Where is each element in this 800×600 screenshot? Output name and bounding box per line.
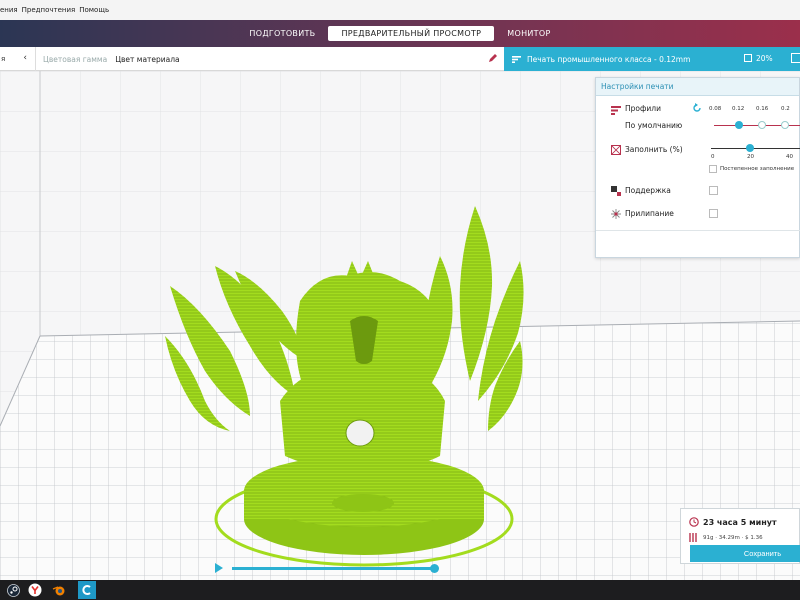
print-setup-selector[interactable]: Печать промышленного класса - 0.12mm 20% [504,47,800,71]
print-settings-panel: Настройки печати Профили По умолчанию 0.… [595,77,800,258]
gradual-infill-checkbox[interactable] [709,165,717,173]
cura-icon[interactable] [78,581,96,599]
infill-percent: 20% [756,54,773,63]
settings-divider [596,230,800,231]
material-label: я [1,55,6,63]
profiles-label: Профили [625,104,661,113]
chevron-left-icon[interactable]: ‹ [23,53,27,63]
layer-height-stop[interactable] [781,121,789,129]
cura-window: ения Предпочтения Помощь ПОДГОТОВИТЬ ПРЕ… [0,0,800,600]
yandex-browser-icon[interactable] [27,582,43,598]
profile-icon [611,106,621,115]
sub-header: я ‹ Цветовая гамма Цвет материала Печать… [0,47,800,71]
color-scheme-value: Цвет материала [115,54,180,64]
print-profile-text: Печать промышленного класса - 0.12mm [527,54,691,64]
tab-preview[interactable]: ПРЕДВАРИТЕЛЬНЫЙ ПРОСМОТР [328,26,495,41]
infill-icon [744,54,752,62]
play-icon[interactable] [215,563,223,573]
print-material-cost: 91g · 34.29m · $ 1.36 [703,535,763,541]
menu-bar: ения Предпочтения Помощь [0,0,800,20]
infill-knob[interactable] [746,144,754,152]
infill-tick: 40 [786,154,793,160]
layer-height-tick: 0.2 [781,106,790,112]
support-icon [791,53,800,63]
infill-track[interactable] [711,148,800,149]
layer-height-stop[interactable] [758,121,766,129]
pencil-icon[interactable] [488,53,498,63]
layer-height-knob[interactable] [735,121,743,129]
infill-label: Заполнить (%) [625,145,683,154]
color-scheme-selector[interactable]: Цветовая гамма Цвет материала [36,47,504,71]
adhesion-icon [611,209,621,219]
menu-item-preferences[interactable]: Предпочтения [22,6,76,14]
stage-header: ПОДГОТОВИТЬ ПРЕДВАРИТЕЛЬНЫЙ ПРОСМОТР МОН… [0,20,800,47]
color-scheme-label: Цветовая гамма [43,54,108,64]
reset-icon[interactable] [692,103,702,113]
tab-monitor[interactable]: МОНИТОР [494,26,563,41]
layer-height-tick: 0.16 [756,106,769,112]
print-settings-title: Настройки печати [596,78,799,96]
infill-tick: 0 [711,154,715,160]
print-time: 23 часа 5 минут [703,518,777,527]
filament-icon [689,533,697,542]
clock-icon [689,517,699,527]
support-checkbox[interactable] [709,186,718,195]
profile-default-label: По умолчанию [625,121,683,130]
support-label: Поддержка [625,186,671,195]
adhesion-label: Прилипание [625,209,674,218]
material-selector[interactable]: я ‹ [0,47,36,71]
blender-icon[interactable] [51,582,67,598]
layer-slider-knob[interactable] [430,564,439,573]
gradual-infill-label: Постепенное заполнение [720,166,795,172]
menu-item-help[interactable]: Помощь [79,6,109,14]
infill-tick: 20 [747,154,754,160]
tab-prepare[interactable]: ПОДГОТОВИТЬ [236,26,328,41]
adhesion-checkbox[interactable] [709,209,718,218]
layer-height-tick: 0.08 [709,106,722,112]
layer-height-tick: 0.12 [732,106,745,112]
taskbar [0,580,800,600]
save-button[interactable]: Сохранить [690,545,800,562]
support-icon [611,186,621,196]
print-estimate-panel: 23 часа 5 минут 91g · 34.29m · $ 1.36 Со… [680,508,800,564]
menu-item-extensions[interactable]: ения [0,6,18,14]
layer-slider-track[interactable] [232,567,435,570]
profile-icon [512,55,521,63]
steam-icon[interactable] [5,582,21,598]
infill-icon [611,145,621,155]
